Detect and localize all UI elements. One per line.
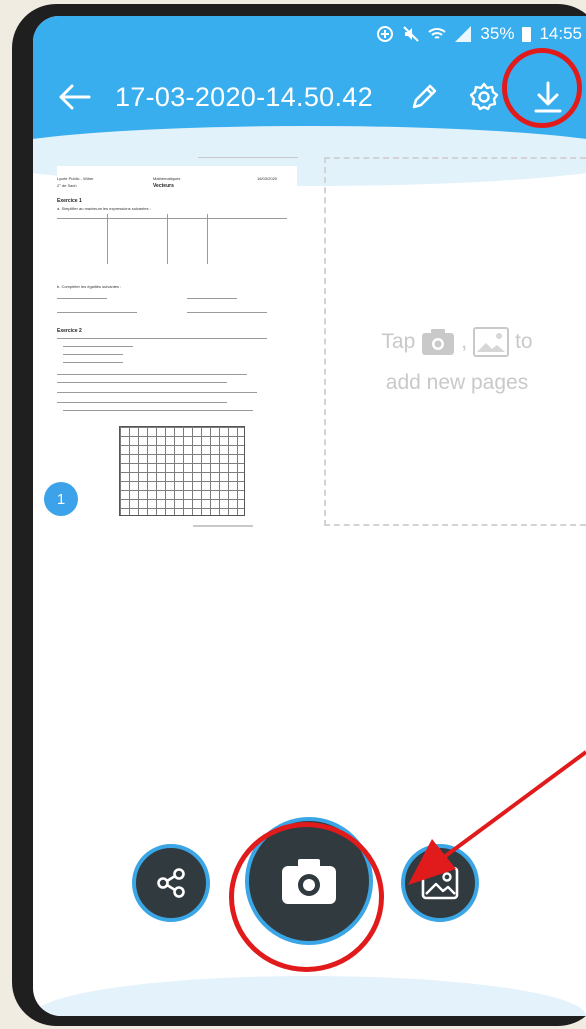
annotation-arrow [408, 750, 586, 885]
